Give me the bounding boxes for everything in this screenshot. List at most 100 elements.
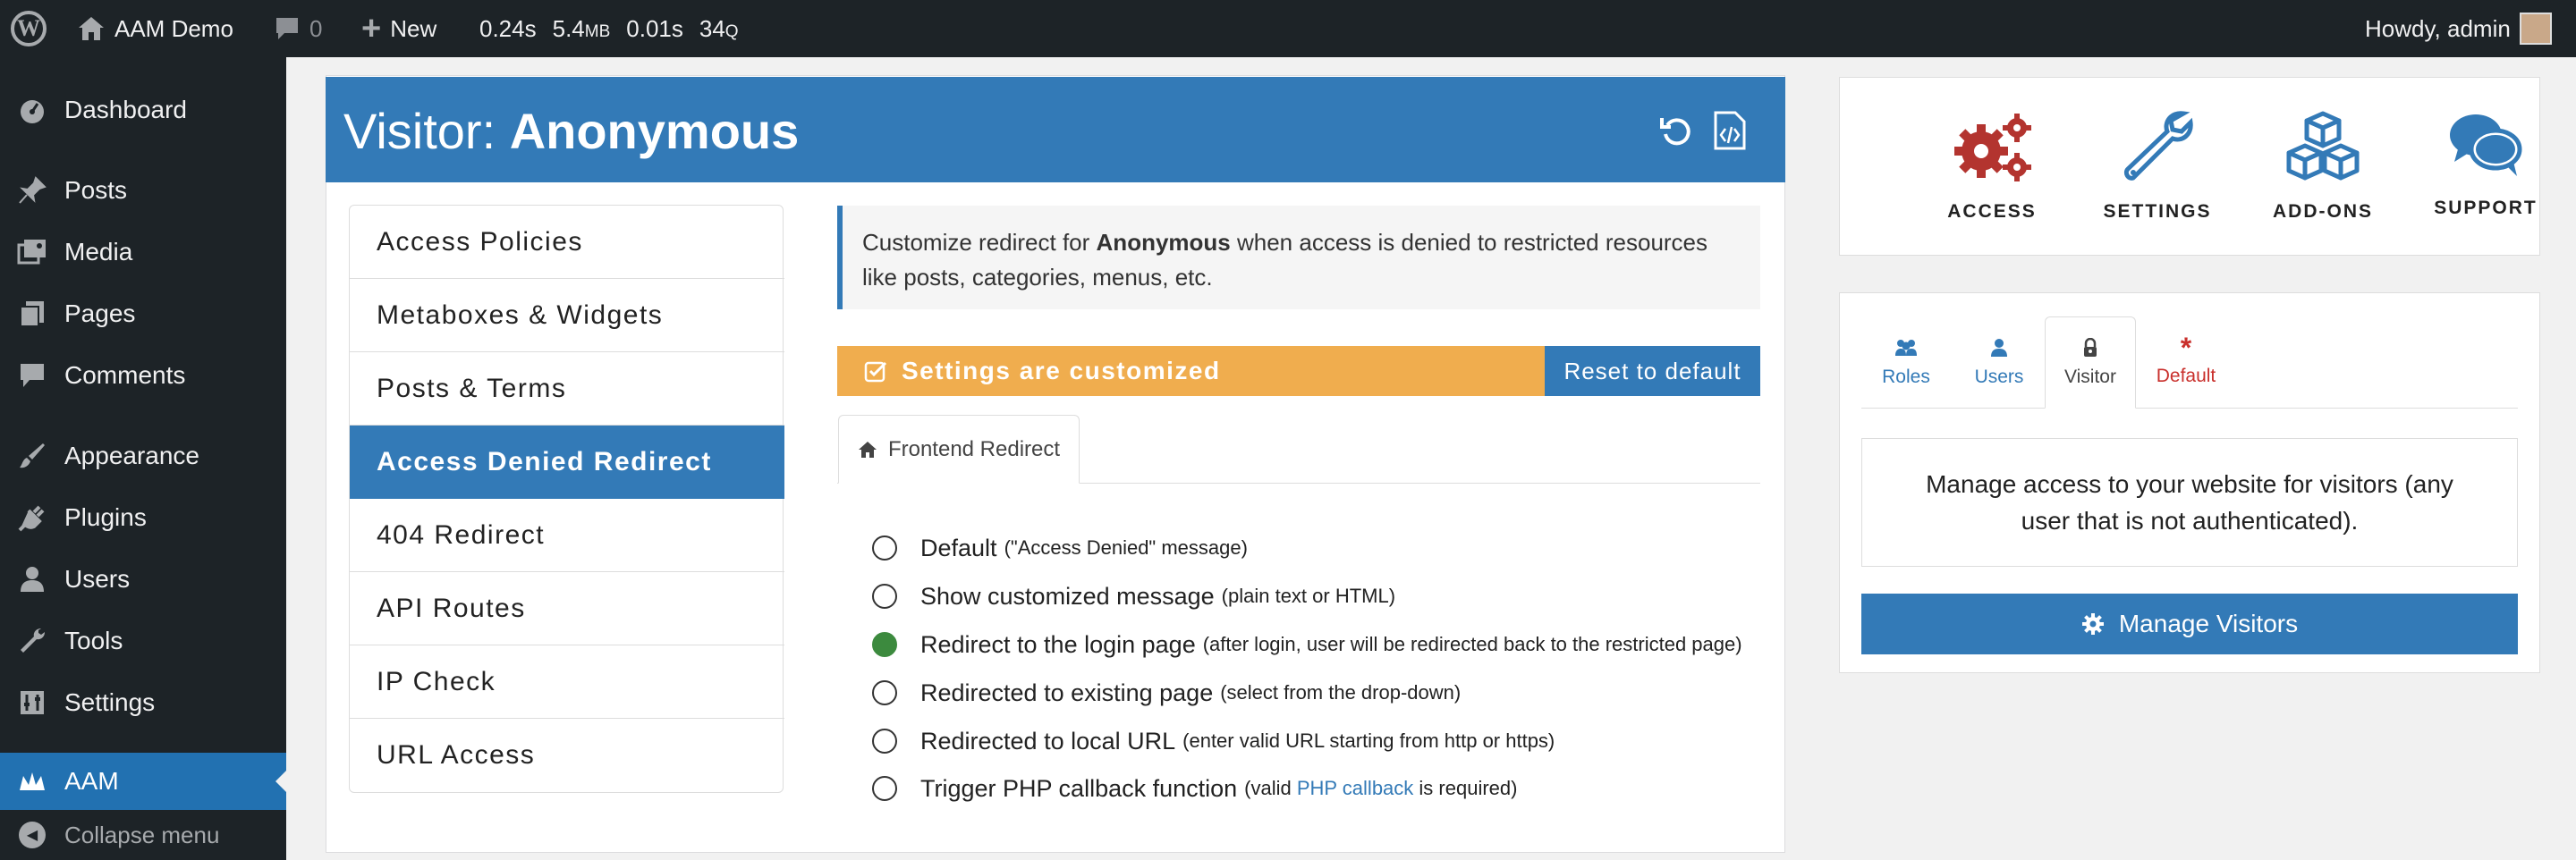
metric-queries: 34Q — [699, 14, 739, 42]
new-content-link[interactable]: + New — [361, 0, 436, 57]
info-callout: Customize redirect for Anonymous when ac… — [837, 206, 1760, 309]
wordpress-logo-icon: W — [11, 11, 47, 46]
media-icon — [0, 238, 64, 266]
radio-button[interactable] — [872, 680, 897, 705]
option-php-callback[interactable]: Trigger PHP callback function (valid PHP … — [872, 771, 1517, 806]
sidebar-item-label: Settings — [64, 688, 156, 716]
pin-icon — [0, 176, 64, 205]
home-icon — [858, 441, 877, 458]
tab-visitor[interactable]: Visitor — [2045, 316, 2136, 409]
asterisk-icon: * — [2180, 331, 2192, 364]
tab-frontend-redirect[interactable]: Frontend Redirect — [838, 415, 1080, 484]
option-label: Trigger PHP callback function — [920, 774, 1238, 802]
menu-metaboxes-widgets[interactable]: Metaboxes & Widgets — [350, 279, 784, 352]
option-default[interactable]: Default ("Access Denied" message) — [872, 530, 1248, 566]
sidebar-item-label: Tools — [64, 627, 123, 654]
site-name-link[interactable]: AAM Demo — [77, 0, 233, 57]
option-note: (enter valid URL starting from http or h… — [1182, 729, 1555, 752]
menu-access-policies[interactable]: Access Policies — [350, 206, 784, 279]
radio-button[interactable] — [872, 776, 897, 801]
sidebar-item-media[interactable]: Media — [0, 223, 286, 281]
php-callback-link[interactable]: PHP callback — [1297, 777, 1413, 799]
sidebar-item-label: Comments — [64, 361, 186, 389]
tab-default[interactable]: * Default — [2139, 316, 2233, 409]
option-label: Redirected to existing page — [920, 679, 1214, 706]
wrench-icon — [2123, 111, 2193, 181]
query-monitor-metrics[interactable]: 0.24s 5.4MB 0.01s 34Q — [479, 0, 739, 57]
howdy-text: Howdy, admin — [2365, 14, 2511, 42]
reset-to-default-button[interactable]: Reset to default — [1545, 346, 1760, 396]
menu-access-denied-redirect[interactable]: Access Denied Redirect — [350, 426, 784, 499]
menu-posts-terms[interactable]: Posts & Terms — [350, 352, 784, 426]
visitor-description: Manage access to your website for visito… — [1861, 438, 2518, 567]
avatar — [2519, 13, 2552, 45]
sidebar-item-settings[interactable]: Settings — [0, 674, 286, 731]
metric-db-time: 0.01s — [626, 14, 683, 42]
gears-icon — [1954, 114, 2031, 181]
option-label: Redirected to local URL — [920, 727, 1176, 755]
menu-url-access[interactable]: URL Access — [350, 719, 784, 792]
reset-icon[interactable] — [1657, 111, 1696, 150]
sidebar-item-users[interactable]: Users — [0, 551, 286, 608]
cubes-icon — [2286, 111, 2360, 181]
sidebar-item-aam[interactable]: AAM — [0, 753, 286, 810]
menu-404-redirect[interactable]: 404 Redirect — [350, 499, 784, 572]
admin-sidebar: Dashboard Posts Media Pages Comments App… — [0, 57, 286, 860]
users-icon — [1895, 339, 1917, 356]
radio-button-checked[interactable] — [872, 632, 897, 657]
tab-roles[interactable]: Roles — [1861, 316, 1951, 409]
collapse-arrow-icon: ◀ — [19, 822, 46, 848]
wrench-icon — [0, 627, 64, 655]
metric-memory: 5.4MB — [552, 14, 611, 42]
my-account-link[interactable]: Howdy, admin — [2365, 0, 2552, 57]
comment-icon — [276, 18, 298, 39]
comments-count: 0 — [309, 14, 323, 42]
manage-visitors-label: Manage Visitors — [2118, 610, 2299, 637]
comments-link[interactable]: 0 — [274, 0, 322, 57]
option-label: Default — [920, 534, 997, 561]
nav-access[interactable]: ACCESS — [1911, 110, 2072, 223]
tab-roles-label: Roles — [1882, 366, 1930, 387]
option-note: (select from the drop-down) — [1220, 681, 1462, 704]
tab-default-label: Default — [2156, 365, 2216, 386]
sidebar-item-label: Dashboard — [64, 96, 187, 123]
settings-icon — [0, 689, 64, 716]
tab-label: Frontend Redirect — [887, 436, 1061, 461]
plug-icon — [0, 503, 64, 532]
radio-button[interactable] — [872, 729, 897, 754]
nav-settings-label: SETTINGS — [2103, 201, 2212, 222]
sidebar-item-label: Posts — [64, 176, 128, 204]
option-custom-message[interactable]: Show customized message (plain text or HT… — [872, 578, 1395, 614]
sidebar-item-dashboard[interactable]: Dashboard — [0, 81, 286, 139]
admin-bar: W AAM Demo 0 + New 0.24s 5.4MB 0.01s 34Q… — [0, 0, 2576, 57]
sidebar-item-pages[interactable]: Pages — [0, 285, 286, 342]
tab-users[interactable]: Users — [1954, 316, 2044, 409]
collapse-menu-button[interactable]: ◀ Collapse menu — [0, 811, 286, 859]
option-login-redirect[interactable]: Redirect to the login page (after login, … — [872, 627, 1742, 662]
nav-support[interactable]: SUPPORT — [2405, 110, 2566, 219]
menu-api-routes[interactable]: API Routes — [350, 572, 784, 645]
sidebar-item-posts[interactable]: Posts — [0, 162, 286, 219]
page-title: Visitor: Anonymous — [343, 103, 800, 159]
manage-visitors-button[interactable]: Manage Visitors — [1861, 594, 2518, 654]
wordpress-logo-button[interactable]: W — [11, 0, 47, 57]
nav-settings[interactable]: SETTINGS — [2077, 110, 2238, 223]
option-existing-page[interactable]: Redirected to existing page (select from … — [872, 675, 1461, 711]
export-code-icon[interactable] — [1710, 111, 1750, 150]
radio-button[interactable] — [872, 584, 897, 609]
option-local-url[interactable]: Redirected to local URL (enter valid URL … — [872, 723, 1555, 759]
new-label: New — [390, 14, 437, 42]
option-note: (plain text or HTML) — [1221, 585, 1396, 607]
sidebar-item-comments[interactable]: Comments — [0, 347, 286, 404]
sidebar-item-plugins[interactable]: Plugins — [0, 489, 286, 546]
subject-header: Visitor: Anonymous — [326, 77, 1785, 182]
menu-ip-check[interactable]: IP Check — [350, 645, 784, 719]
dashboard-icon — [0, 96, 64, 124]
sidebar-item-appearance[interactable]: Appearance — [0, 427, 286, 485]
user-icon — [0, 565, 64, 594]
metric-time: 0.24s — [479, 14, 537, 42]
sidebar-item-tools[interactable]: Tools — [0, 612, 286, 670]
nav-addons[interactable]: ADD-ONS — [2242, 110, 2403, 223]
radio-button[interactable] — [872, 535, 897, 561]
brush-icon — [0, 442, 64, 470]
